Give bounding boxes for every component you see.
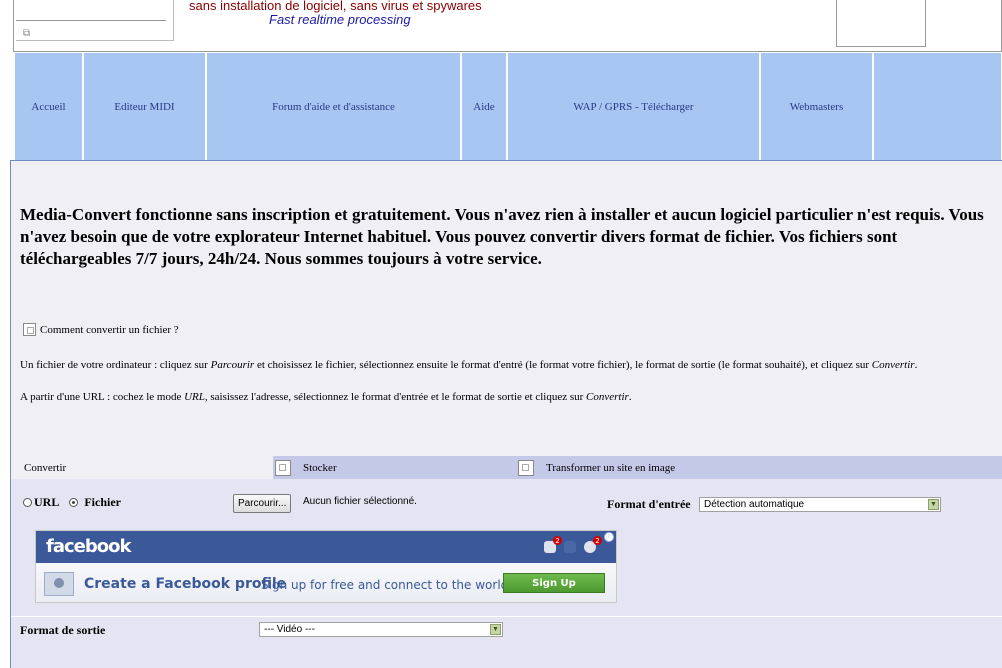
- nav-item-webmasters[interactable]: Webmasters: [761, 53, 874, 160]
- notifications-globe-icon: 2: [584, 536, 602, 553]
- ad-info-icon[interactable]: i: [604, 532, 614, 542]
- help2-text-a: A partir d'une URL : cochez le mode: [20, 391, 185, 403]
- tab-transformer-site[interactable]: Transformer un site en image: [516, 456, 1002, 479]
- header-divider: [16, 20, 166, 21]
- no-file-selected-text: Aucun fichier sélectionné.: [303, 496, 417, 507]
- tab-transformer-label: Transformer un site en image: [546, 461, 676, 474]
- howto-title: Comment convertir un fichier ?: [40, 323, 179, 336]
- facebook-ad-banner[interactable]: facebook 2 2 i Create a Facebook profile…: [35, 530, 617, 603]
- tab-stocker[interactable]: Stocker: [273, 456, 516, 479]
- help1-convertir: Convertir: [871, 359, 915, 371]
- help-image-icon: [23, 323, 36, 336]
- help2-url: URL: [184, 391, 205, 403]
- browse-button[interactable]: Parcourir...: [233, 494, 292, 513]
- input-format-value: Détection automatique: [704, 499, 805, 510]
- help1-text-c: et choisissez le fichier, sélectionnez e…: [254, 359, 872, 371]
- help1-parcourir: Parcourir: [210, 359, 255, 371]
- tab-stocker-label: Stocker: [303, 461, 337, 474]
- ad-headline: Create a Facebook profile: [84, 576, 287, 592]
- tab-bar: Convertir Stocker Transformer un site en…: [20, 456, 1002, 479]
- form-separator: [11, 616, 1002, 617]
- chevron-down-icon: ▼: [928, 499, 939, 510]
- nav-item-aide[interactable]: Aide: [462, 53, 508, 160]
- ad-top-bar: facebook 2 2 i: [36, 531, 616, 563]
- howto-heading: Comment convertir un fichier ?: [23, 323, 179, 336]
- tab-convertir[interactable]: Convertir: [20, 456, 273, 479]
- input-format-select[interactable]: Détection automatique ▼: [699, 497, 941, 512]
- tab-convertir-label: Convertir: [24, 461, 67, 474]
- profile-avatar-icon: [44, 572, 74, 596]
- help2-text-c: , saisissez l'adresse, sélectionnez le f…: [204, 391, 587, 403]
- help1-text-a: Un fichier de votre ordinateur : cliquez…: [20, 359, 211, 371]
- ad-body: Create a Facebook profile Sign up for fr…: [36, 563, 616, 602]
- url-radio-label: URL: [34, 495, 60, 509]
- source-mode-group: URL Fichier: [23, 495, 121, 510]
- file-radio-label: Fichier: [84, 495, 121, 509]
- nav-item-extra[interactable]: [874, 53, 1001, 160]
- header-right-box: [836, 0, 926, 47]
- help-file-instructions: Un fichier de votre ordinateur : cliquez…: [20, 359, 917, 371]
- ad-subline: Sign up for free and connect to the worl…: [261, 578, 509, 592]
- stocker-image-icon: [275, 459, 291, 476]
- friend-requests-icon: 2: [544, 536, 562, 553]
- url-radio[interactable]: [23, 498, 32, 507]
- help1-period: .: [914, 359, 918, 371]
- nav-item-forum[interactable]: Forum d'aide et d'assistance: [207, 53, 462, 160]
- main-content: Media-Convert fonctionne sans inscriptio…: [11, 161, 1002, 668]
- messages-icon: [564, 539, 578, 553]
- ad-notification-icons: 2 2: [544, 536, 602, 553]
- intro-text: Media-Convert fonctionne sans inscriptio…: [20, 205, 984, 268]
- chevron-down-icon: ▼: [490, 624, 501, 635]
- output-format-select[interactable]: --- Vidéo --- ▼: [259, 622, 503, 637]
- nav-item-editeur-midi[interactable]: Editeur MIDI: [84, 53, 207, 160]
- tagline-sub: Fast realtime processing: [269, 12, 411, 27]
- ad-signup-button[interactable]: Sign Up: [503, 573, 605, 593]
- output-format-label: Format de sortie: [20, 623, 106, 637]
- help2-convertir: Convertir: [586, 391, 629, 403]
- nav-item-wap-gprs[interactable]: WAP / GPRS - Télécharger: [508, 53, 761, 160]
- file-radio[interactable]: [69, 498, 79, 507]
- broken-image-icon: ⧉: [23, 28, 31, 39]
- header-left-box: ⧉: [16, 0, 174, 41]
- convert-form: URL Fichier Parcourir... Aucun fichier s…: [11, 479, 1002, 668]
- nav-item-accueil[interactable]: Accueil: [15, 53, 84, 160]
- help-url-instructions: A partir d'une URL : cochez le mode URL,…: [20, 391, 632, 403]
- facebook-logo: facebook: [46, 536, 131, 557]
- help2-period: .: [628, 391, 632, 403]
- site-header: ⧉ sans installation de logiciel, sans vi…: [13, 0, 1002, 52]
- transformer-image-icon: [518, 459, 534, 476]
- main-nav: Accueil Editeur MIDI Forum d'aide et d'a…: [14, 53, 1001, 160]
- output-format-value: --- Vidéo ---: [264, 624, 315, 635]
- input-format-label: Format d'entrée: [607, 497, 691, 511]
